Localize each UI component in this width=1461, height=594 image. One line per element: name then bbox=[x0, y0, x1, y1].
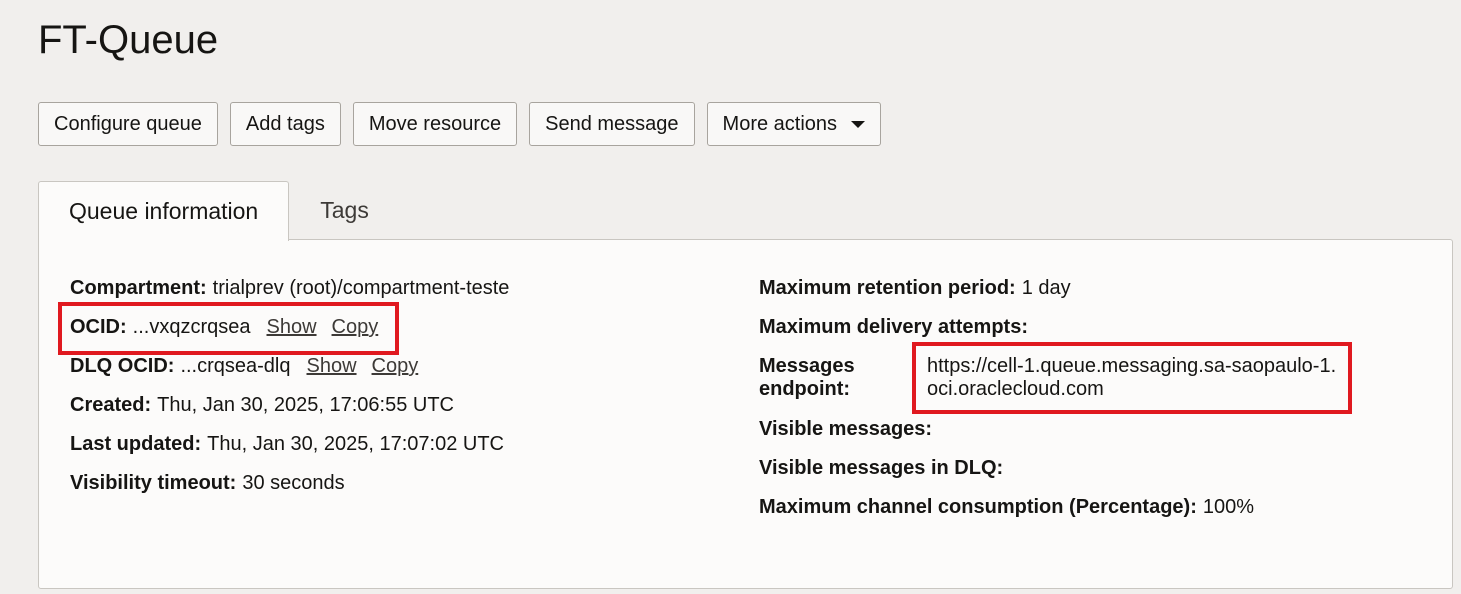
delivery-attempts-label: Maximum delivery attempts: bbox=[759, 316, 1028, 338]
visibility-timeout-row: Visibility timeout: 30 seconds bbox=[70, 472, 509, 511]
ocid-label: OCID: bbox=[70, 316, 127, 338]
move-resource-button[interactable]: Move resource bbox=[352, 102, 518, 146]
dlq-ocid-row: DLQ OCID: ...crqsea-dlq Show Copy bbox=[70, 355, 509, 394]
created-row: Created: Thu, Jan 30, 2025, 17:06:55 UTC bbox=[70, 394, 509, 433]
ocid-copy-link[interactable]: Copy bbox=[332, 316, 379, 339]
retention-label: Maximum retention period: bbox=[759, 277, 1016, 299]
compartment-label: Compartment: bbox=[70, 277, 207, 299]
created-value: Thu, Jan 30, 2025, 17:06:55 UTC bbox=[157, 394, 454, 416]
more-actions-button[interactable]: More actions bbox=[706, 102, 882, 146]
more-actions-label: More actions bbox=[722, 112, 838, 135]
tab-queue-information[interactable]: Queue information bbox=[38, 181, 290, 241]
send-message-button[interactable]: Send message bbox=[529, 102, 695, 146]
configure-queue-button[interactable]: Configure queue bbox=[38, 102, 218, 146]
channel-consumption-value: 100% bbox=[1202, 496, 1255, 518]
last-updated-row: Last updated: Thu, Jan 30, 2025, 17:07:0… bbox=[70, 433, 509, 472]
ocid-row: OCID: ...vxqzcrqsea Show Copy bbox=[70, 316, 509, 355]
info-left-column: Compartment: trialprev (root)/compartmen… bbox=[70, 277, 509, 511]
tab-tags[interactable]: Tags bbox=[289, 181, 399, 240]
visible-messages-dlq-row: Visible messages in DLQ: bbox=[759, 457, 1347, 496]
retention-value: 1 day bbox=[1021, 277, 1071, 299]
created-label: Created: bbox=[70, 394, 152, 416]
messages-endpoint-value: https://cell-1.queue.messaging.sa-saopau… bbox=[927, 355, 1337, 400]
visible-messages-row: Visible messages: bbox=[759, 418, 1347, 457]
dlq-ocid-label: DLQ OCID: bbox=[70, 355, 175, 377]
info-right-column: Maximum retention period: 1 day Maximum … bbox=[759, 277, 1347, 535]
visibility-timeout-value: 30 seconds bbox=[242, 472, 345, 494]
ocid-value: ...vxqzcrqsea bbox=[132, 316, 251, 338]
ocid-show-link[interactable]: Show bbox=[267, 316, 317, 339]
chevron-down-icon bbox=[851, 120, 866, 128]
visible-messages-label: Visible messages: bbox=[759, 418, 933, 440]
queue-information-panel: Compartment: trialprev (root)/compartmen… bbox=[38, 239, 1453, 589]
channel-consumption-label: Maximum channel consumption (Percentage)… bbox=[759, 496, 1197, 518]
dlq-ocid-value: ...crqsea-dlq bbox=[180, 355, 291, 377]
messages-endpoint-label: Messages endpoint: bbox=[759, 355, 855, 400]
dlq-ocid-copy-link[interactable]: Copy bbox=[372, 355, 419, 378]
tab-bar: Queue information Tags bbox=[38, 181, 399, 241]
messages-endpoint-row: Messages endpoint: https://cell-1.queue.… bbox=[759, 355, 1347, 418]
retention-row: Maximum retention period: 1 day bbox=[759, 277, 1347, 316]
channel-consumption-row: Maximum channel consumption (Percentage)… bbox=[759, 496, 1347, 535]
action-toolbar: Configure queue Add tags Move resource S… bbox=[38, 102, 882, 146]
add-tags-button[interactable]: Add tags bbox=[229, 102, 341, 146]
visible-messages-dlq-label: Visible messages in DLQ: bbox=[759, 457, 1004, 479]
dlq-ocid-show-link[interactable]: Show bbox=[307, 355, 357, 378]
page-title: FT-Queue bbox=[38, 18, 219, 62]
visibility-timeout-label: Visibility timeout: bbox=[70, 472, 237, 494]
last-updated-label: Last updated: bbox=[70, 433, 202, 455]
compartment-value: trialprev (root)/compartment-teste bbox=[212, 277, 510, 299]
compartment-row: Compartment: trialprev (root)/compartmen… bbox=[70, 277, 509, 316]
last-updated-value: Thu, Jan 30, 2025, 17:07:02 UTC bbox=[207, 433, 504, 455]
delivery-attempts-row: Maximum delivery attempts: bbox=[759, 316, 1347, 355]
